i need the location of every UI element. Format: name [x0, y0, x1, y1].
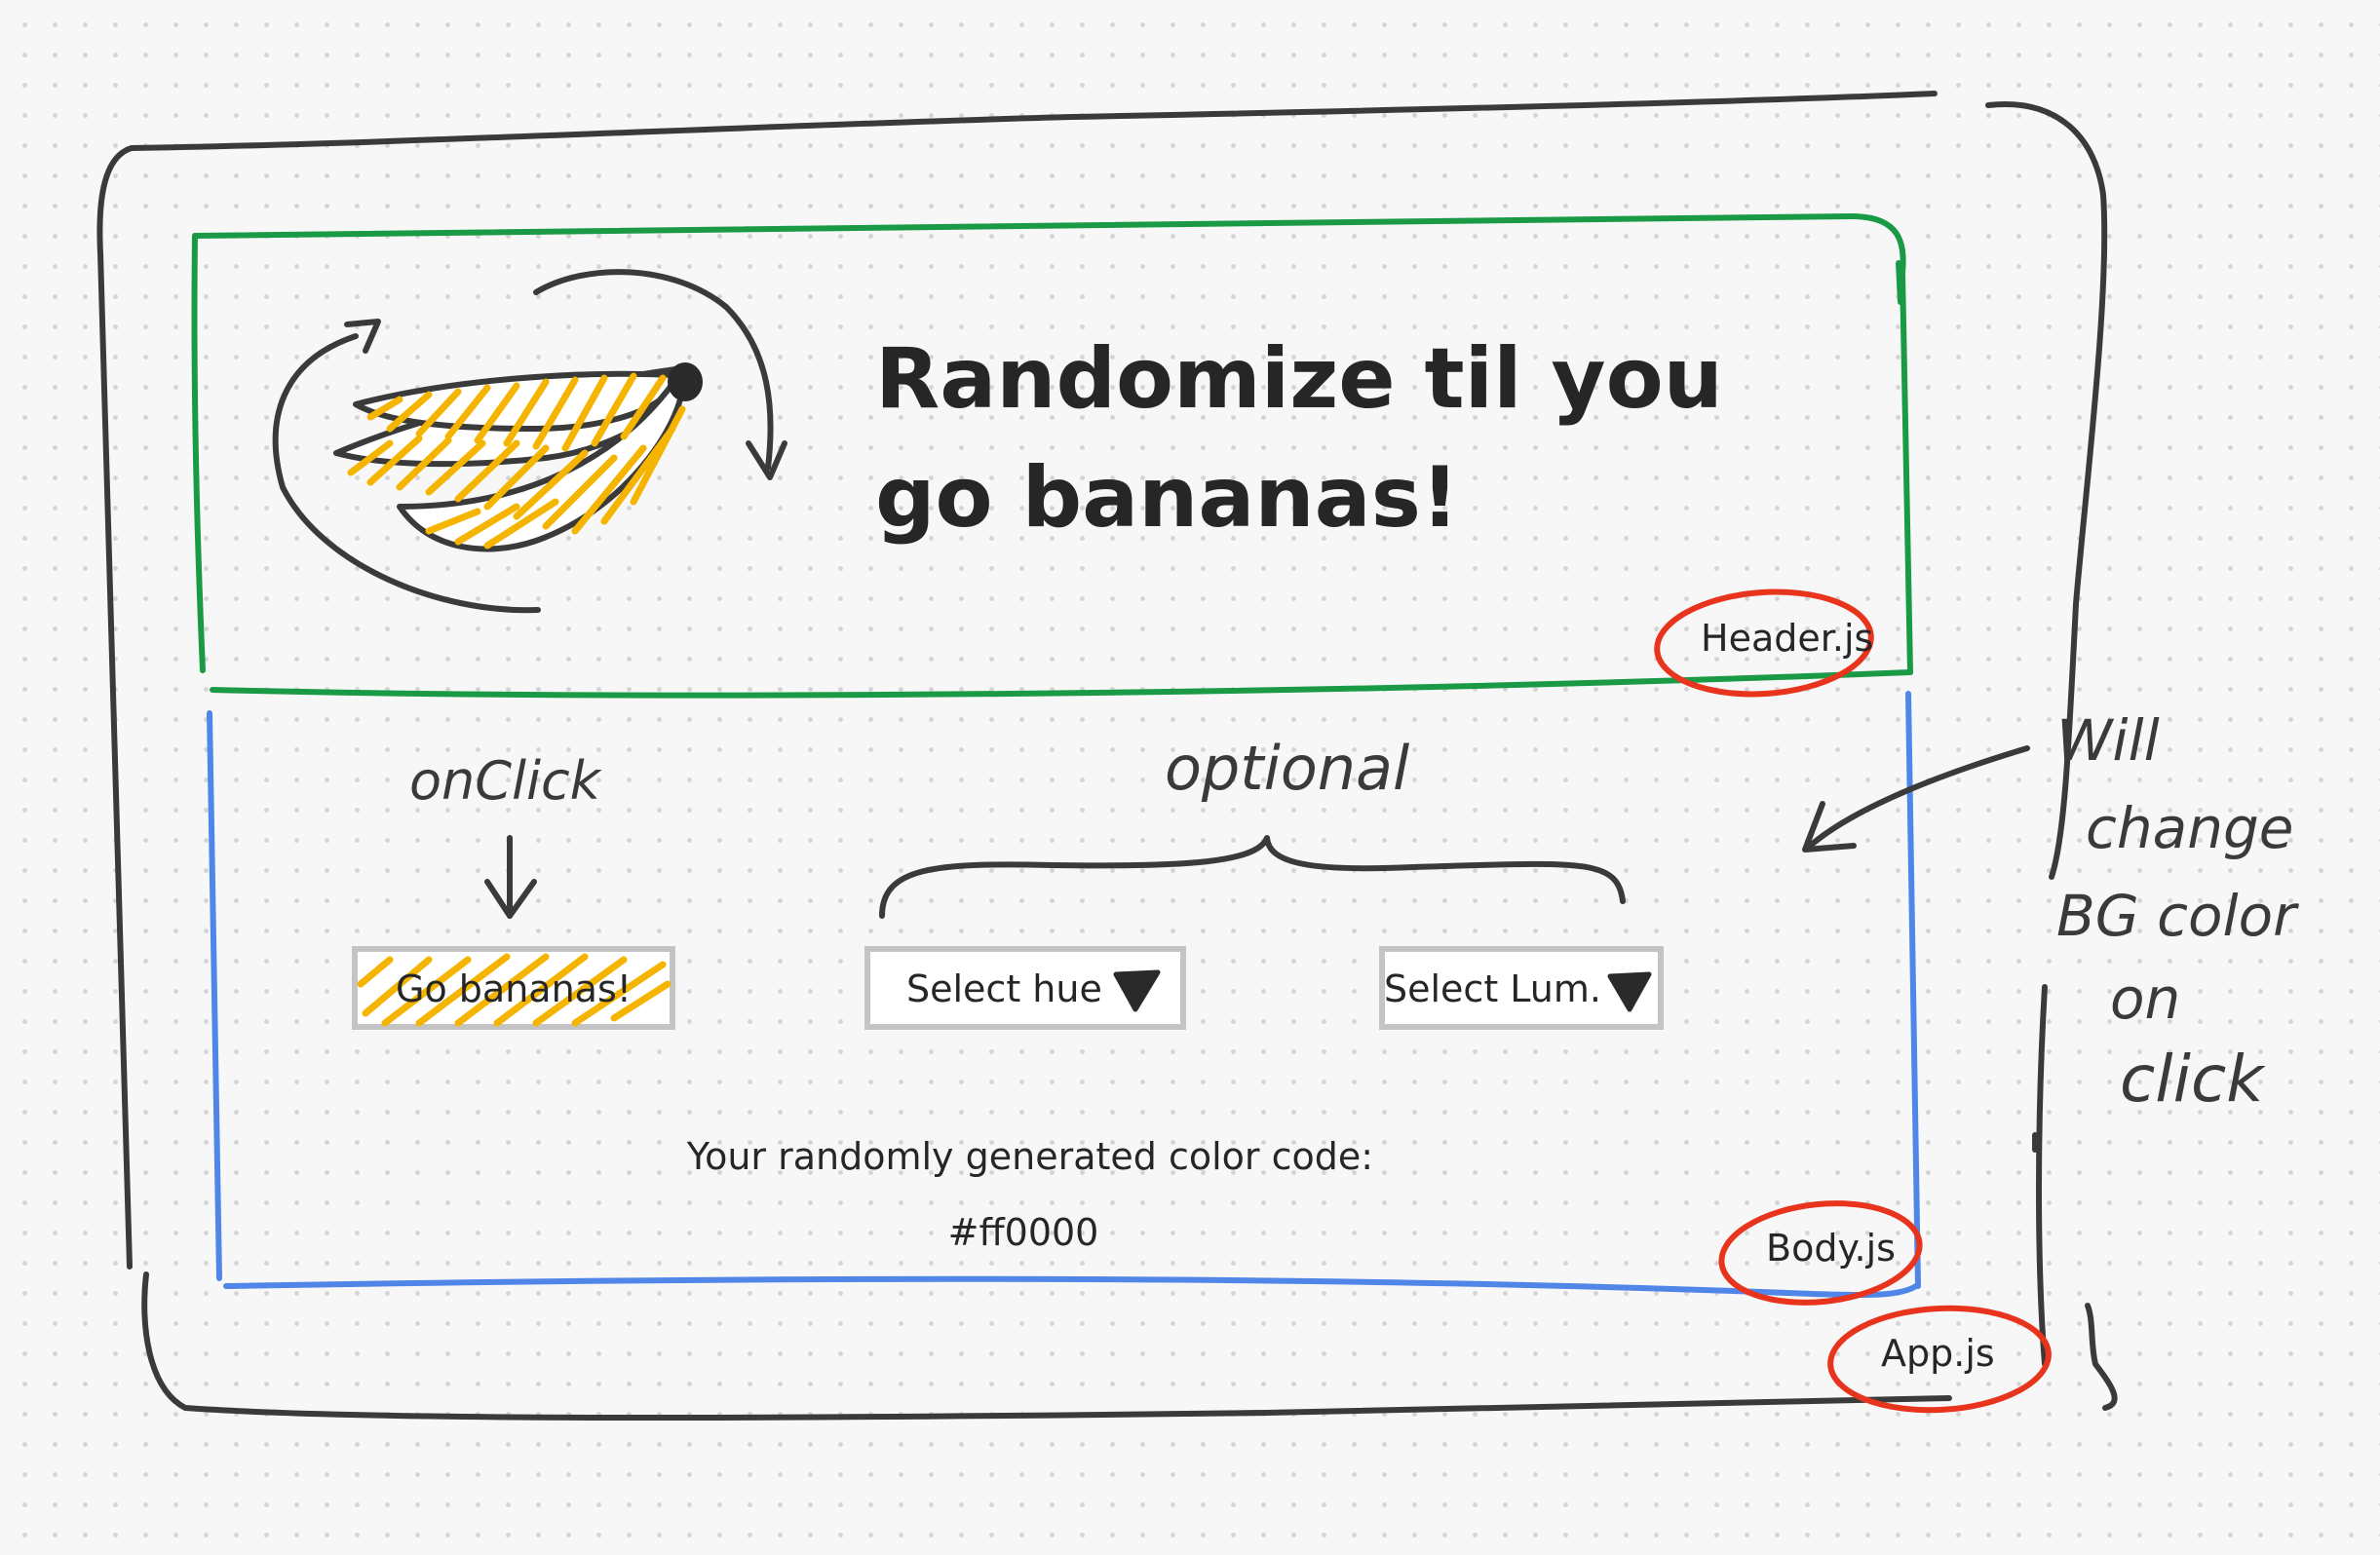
banana-icon — [333, 362, 703, 552]
pointer-arrow-icon — [1802, 745, 2030, 853]
curly-brace — [879, 835, 1626, 919]
app-component-label: App.js — [1881, 1332, 1995, 1375]
select-hue-dropdown[interactable]: Select hue — [864, 946, 1186, 1030]
select-lum-label: Select Lum. — [1384, 967, 1601, 1010]
select-hue-label: Select hue — [906, 967, 1102, 1010]
side-note-line5: click — [2120, 1042, 2266, 1117]
header-component-label: Header.js — [1701, 617, 1873, 660]
onclick-note: onClick — [409, 750, 603, 812]
wireframe-diagram: Randomize til you go bananas! Header.js … — [96, 91, 2299, 1421]
body-component-label: Body.js — [1766, 1227, 1896, 1270]
go-bananas-button[interactable]: Go bananas! — [352, 946, 675, 1030]
go-bananas-button-label: Go bananas! — [396, 967, 632, 1010]
side-note-line1: Will — [2056, 707, 2160, 774]
color-code-value: #ff0000 — [948, 1211, 1099, 1254]
header-title-line1: Randomize til you — [875, 330, 1723, 428]
header-title-line2: go bananas! — [875, 449, 1459, 547]
down-arrow-icon — [484, 835, 537, 919]
select-lum-dropdown[interactable]: Select Lum. — [1379, 946, 1664, 1030]
optional-note: optional — [1165, 733, 1409, 804]
app-frame — [96, 91, 2118, 1421]
side-note-line2: change — [2086, 795, 2293, 861]
color-code-caption: Your randomly generated color code: — [686, 1135, 1373, 1178]
side-note-line4: on — [2110, 966, 2180, 1032]
side-note-line3: BG color — [2056, 883, 2299, 949]
